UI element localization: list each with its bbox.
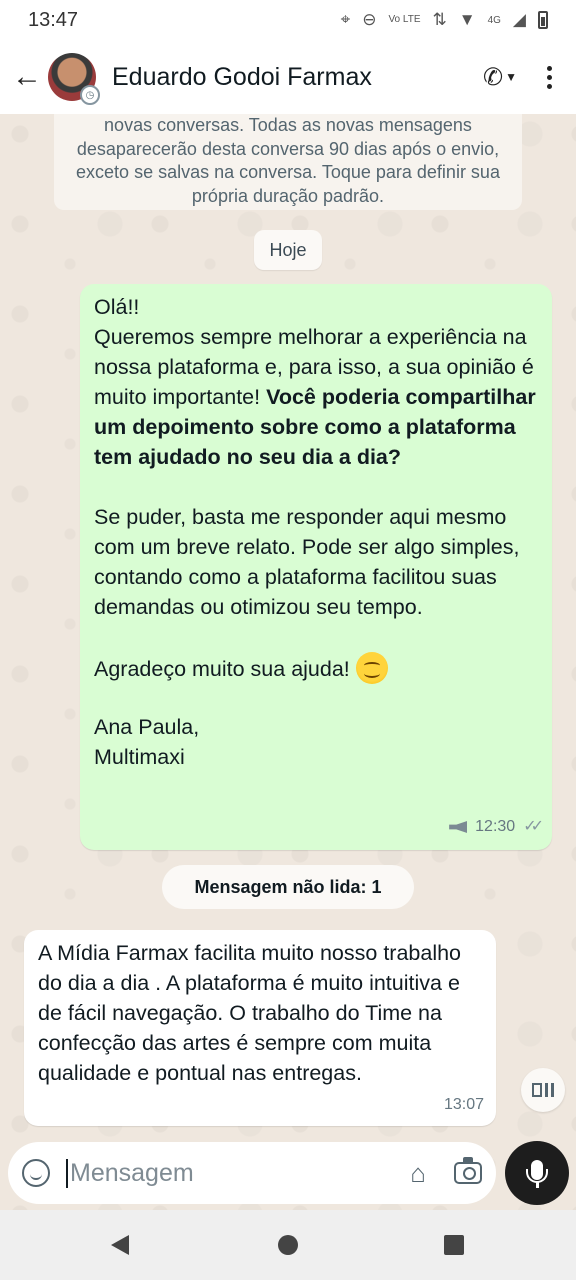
- header-actions: ✆ ▼: [483, 63, 552, 92]
- message-input[interactable]: [66, 1158, 356, 1188]
- battery-icon: [538, 11, 548, 29]
- message-paragraph-2: Se puder, basta me responder aqui mesmo …: [94, 505, 520, 619]
- status-bar: 13:47 ⌖ ⊖ Vo LTE ⇅ ▼ 4G ◢: [0, 0, 576, 40]
- message-body: Olá!! Queremos sempre melhorar a experiê…: [94, 292, 538, 472]
- disappearing-messages-notice[interactable]: novas conversas. Todas as novas mensagen…: [54, 100, 522, 210]
- message-meta: 12:30 ✓✓: [449, 812, 544, 842]
- message-time: 12:30: [475, 818, 516, 835]
- voice-record-button[interactable]: [505, 1141, 569, 1205]
- data-arrows-icon: ⇅: [432, 10, 447, 29]
- status-icons: ⌖ ⊖ Vo LTE ⇅ ▼ 4G ◢: [341, 10, 548, 30]
- incoming-message-text: A Mídia Farmax facilita muito nosso trab…: [38, 941, 462, 1085]
- location-icon: ⌖: [340, 10, 351, 29]
- sticker-icon[interactable]: [22, 1159, 50, 1187]
- incoming-message-time: 13:07: [443, 1096, 484, 1113]
- more-options-icon[interactable]: [547, 65, 552, 89]
- network-type-label: 4G: [487, 14, 501, 26]
- volte-icon: Vo LTE: [388, 14, 421, 25]
- disappearing-timer-icon: ◷: [80, 85, 100, 105]
- chevron-down-icon: ▼: [505, 70, 517, 84]
- signal-icon: ◢: [512, 10, 526, 29]
- view-mode-icon: [532, 1083, 554, 1097]
- view-once-toggle-button[interactable]: [521, 1068, 565, 1112]
- wifi-icon: ▼: [458, 10, 476, 29]
- camera-icon[interactable]: [454, 1157, 482, 1184]
- thanks-text: Agradeço muito sua ajuda!: [94, 657, 350, 681]
- contact-avatar[interactable]: ◷: [48, 53, 100, 105]
- attach-icon[interactable]: ⌂: [410, 1158, 426, 1189]
- message-composer: ⌂: [8, 1142, 496, 1204]
- nav-home-icon[interactable]: [278, 1235, 298, 1255]
- voice-call-button[interactable]: ✆ ▼: [483, 63, 517, 92]
- back-arrow-icon[interactable]: ←: [12, 60, 42, 93]
- notice-text: novas conversas. Todas as novas mensagen…: [76, 115, 500, 206]
- contact-name[interactable]: Eduardo Godoi Farmax: [112, 63, 372, 92]
- nav-recents-icon[interactable]: [444, 1235, 464, 1255]
- nav-back-icon[interactable]: [111, 1235, 129, 1255]
- message-signature: Ana Paula, Multimaxi: [94, 715, 200, 769]
- outgoing-message-bubble[interactable]: Olá!! Queremos sempre melhorar a experiê…: [80, 284, 552, 850]
- unread-messages-banner: Mensagem não lida: 1: [162, 865, 414, 909]
- chat-header: ← ◷ Eduardo Godoi Farmax ✆ ▼: [0, 40, 576, 114]
- message-paragraph-3: Agradeço muito sua ajuda!: [94, 652, 538, 684]
- microphone-icon: [526, 1160, 548, 1188]
- dnd-icon: ⊖: [362, 10, 377, 29]
- double-check-icon: ✓✓: [523, 818, 544, 835]
- incoming-message-bubble[interactable]: A Mídia Farmax facilita muito nosso trab…: [24, 930, 496, 1126]
- smiling-emoji-icon: [355, 652, 388, 684]
- date-separator: Hoje: [254, 230, 322, 270]
- broadcast-icon: [449, 821, 468, 833]
- system-navigation-bar: [0, 1210, 576, 1280]
- status-time: 13:47: [28, 8, 79, 31]
- phone-icon: ✆: [483, 63, 504, 91]
